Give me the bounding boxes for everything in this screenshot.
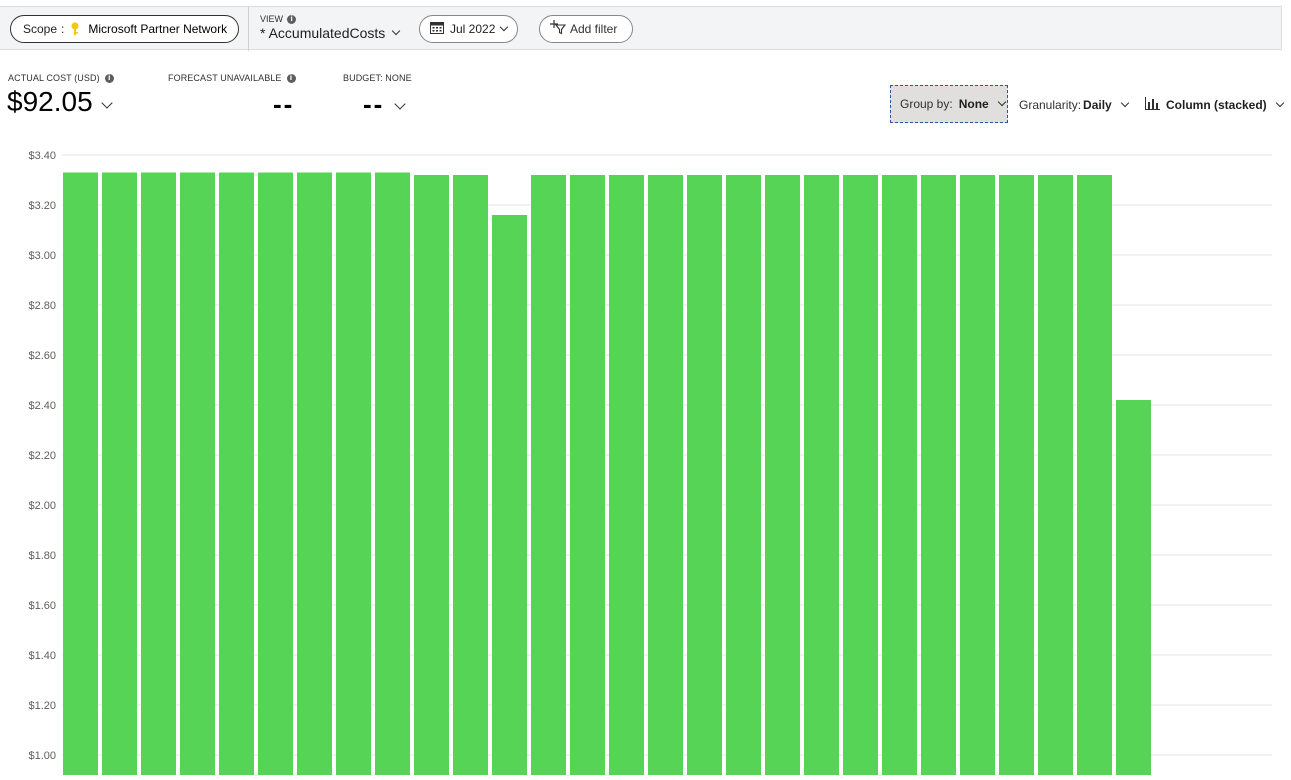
chart-type-label: Column (stacked) [1166, 98, 1267, 112]
y-tick-label: $2.00 [28, 500, 56, 512]
cost-bar-day-22[interactable] [882, 175, 917, 780]
scope-label: Scope [23, 22, 58, 36]
cost-bar-day-28[interactable] [1116, 400, 1151, 780]
cost-bar-day-25[interactable] [999, 175, 1034, 780]
actual-cost-value: $92.05 [7, 86, 93, 117]
cost-bar-day-11[interactable] [453, 175, 488, 780]
view-label-row: VIEW i [260, 14, 297, 24]
key-icon [70, 22, 80, 36]
cost-bar-day-2[interactable] [102, 172, 137, 780]
chart-type-button[interactable]: Column (stacked) [1145, 89, 1284, 121]
view-name: * AccumulatedCosts [260, 25, 386, 41]
add-filter-icon [550, 20, 567, 38]
forecast-value: -- [273, 89, 295, 119]
y-tick-label: $1.00 [28, 750, 56, 762]
cost-bar-day-23[interactable] [921, 175, 956, 780]
cost-bar-day-16[interactable] [648, 175, 683, 780]
add-filter-label: Add filter [570, 22, 618, 36]
granularity-label: Granularity: [1019, 98, 1082, 112]
info-icon[interactable]: i [104, 73, 114, 83]
chevron-down-icon [394, 97, 406, 110]
actual-cost-label-row: ACTUAL COST (USD) i [8, 73, 114, 83]
date-range-label: Jul 2022 [450, 22, 496, 36]
forecast-label: FORECAST UNAVAILABLE [168, 73, 282, 83]
cost-bar-day-19[interactable] [765, 175, 800, 780]
group-by-value: None [958, 97, 989, 111]
cost-bar-day-5[interactable] [219, 172, 254, 780]
toolbar: Scope : Microsoft Partner Network VIEW i… [0, 6, 1282, 51]
budget-value: -- [363, 89, 385, 119]
chevron-down-icon [392, 26, 401, 36]
actual-cost-selector[interactable]: $92.05 [7, 86, 113, 118]
budget-label: BUDGET: NONE [343, 73, 412, 83]
budget-selector[interactable]: -- [363, 89, 406, 120]
cost-bar-day-15[interactable] [609, 175, 644, 780]
cost-bar-day-20[interactable] [804, 175, 839, 780]
cost-bar-day-12[interactable] [492, 215, 527, 780]
chevron-down-icon [500, 22, 509, 32]
cost-bar-day-1[interactable] [63, 172, 98, 780]
y-tick-label: $3.40 [28, 150, 56, 162]
cost-bar-day-10[interactable] [414, 175, 449, 780]
y-tick-label: $2.60 [28, 350, 56, 362]
forecast-label-row: FORECAST UNAVAILABLE i [168, 73, 296, 83]
granularity-value: Daily [1083, 98, 1112, 112]
info-icon[interactable]: i [287, 14, 297, 24]
scope-separator: : [61, 22, 65, 36]
info-icon[interactable]: i [286, 73, 296, 83]
cost-chart: $1.00 $1.20 $1.40 $1.60 $1.80 $2.00 $2.20 $2.40… [0, 140, 1291, 780]
cost-bar-day-14[interactable] [570, 175, 605, 780]
calendar-icon [430, 21, 444, 37]
view-selector[interactable]: * AccumulatedCosts [260, 25, 401, 41]
actual-cost-label: ACTUAL COST (USD) [8, 73, 100, 83]
column-chart-icon [1145, 97, 1160, 113]
y-tick-label: $2.40 [28, 400, 56, 412]
toolbar-divider [248, 7, 249, 51]
y-tick-label: $2.80 [28, 300, 56, 312]
y-tick-label: $3.20 [28, 200, 56, 212]
cost-bar-day-7[interactable] [297, 172, 332, 780]
y-tick-label: $1.40 [28, 650, 56, 662]
view-label: VIEW [260, 14, 284, 24]
cost-bar-day-24[interactable] [960, 175, 995, 780]
cost-bar-day-9[interactable] [375, 172, 410, 780]
cost-bar-day-3[interactable] [141, 172, 176, 780]
y-tick-label: $1.20 [28, 700, 56, 712]
chevron-down-icon [1275, 98, 1284, 108]
cost-bar-day-17[interactable] [687, 175, 722, 780]
cost-bar-day-18[interactable] [726, 175, 761, 780]
granularity-button[interactable]: Granularity: Daily [1019, 89, 1129, 121]
chevron-down-icon [100, 97, 113, 109]
group-by-button[interactable]: Group by: None [890, 85, 1008, 123]
chevron-down-icon [997, 97, 1006, 107]
y-tick-label: $1.60 [28, 600, 56, 612]
y-tick-label: $3.00 [28, 250, 56, 262]
cost-bar-day-8[interactable] [336, 172, 371, 780]
cost-bar-day-21[interactable] [843, 175, 878, 780]
group-by-label: Group by: [900, 97, 953, 111]
scope-name: Microsoft Partner Network [88, 22, 228, 36]
y-tick-label: $1.80 [28, 550, 56, 562]
cost-chart-svg: $1.00 $1.20 $1.40 $1.60 $1.80 $2.00 $2.20 $2.40… [28, 150, 1272, 780]
y-tick-label: $2.20 [28, 450, 56, 462]
cost-bar-day-4[interactable] [180, 172, 215, 780]
cost-bar-day-27[interactable] [1077, 175, 1112, 780]
chevron-down-icon [1120, 98, 1129, 108]
cost-bar-day-13[interactable] [531, 175, 566, 780]
cost-bar-day-26[interactable] [1038, 175, 1073, 780]
cost-bar-day-6[interactable] [258, 172, 293, 780]
add-filter-button[interactable]: Add filter [539, 15, 633, 43]
date-range-button[interactable]: Jul 2022 [419, 15, 518, 43]
scope-button[interactable]: Scope : Microsoft Partner Network [10, 15, 239, 43]
